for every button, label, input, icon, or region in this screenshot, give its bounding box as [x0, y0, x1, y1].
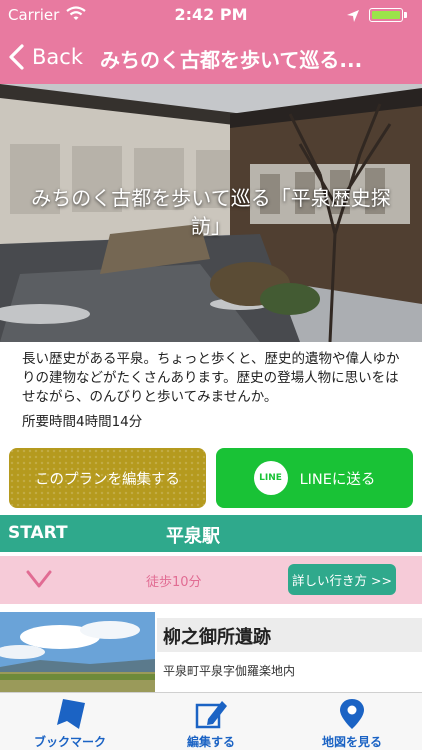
send-line-label: LINEに送る [299, 471, 376, 488]
plan-description: 長い歴史がある平泉。ちょっと歩くと、歴史的遺物や偉人ゆかりの建物などがたくさんあ… [22, 351, 400, 405]
edit-plan-button[interactable]: このプランを編集する [9, 448, 206, 508]
start-row: START 平泉駅 [0, 515, 422, 552]
tab-edit-label: 編集する [186, 735, 235, 749]
hero-image: みちのく古都を歩いて巡る「平泉歴史探訪」 [0, 84, 422, 342]
spot-address: 平泉町平泉字伽羅楽地内 [163, 664, 296, 678]
edit-plan-label: このプランを編集する [35, 471, 180, 488]
tab-bookmark-label: ブックマーク [33, 735, 106, 749]
start-station: 平泉駅 [166, 526, 220, 547]
tab-map[interactable]: 地図を見る [282, 695, 422, 749]
spot-name-bar: 柳之御所遺跡 [157, 618, 422, 652]
route-details-button[interactable]: 詳しい行き方 >> [288, 564, 396, 595]
spot-thumbnail [0, 612, 155, 692]
back-label: Back [32, 45, 83, 69]
map-pin-icon [340, 699, 364, 729]
navigation-bar: Back みちのく古都を歩いて巡る... [0, 30, 422, 84]
battery-tip [404, 12, 407, 18]
tab-map-label: 地図を見る [321, 735, 382, 749]
chevron-left-icon [9, 44, 24, 70]
tab-bookmark[interactable]: ブックマーク [0, 695, 140, 749]
status-bar: Carrier 2:42 PM [0, 0, 422, 30]
spot-name: 柳之御所遺跡 [163, 627, 271, 648]
tab-edit[interactable]: 編集する [141, 695, 281, 749]
page-title: みちのく古都を歩いて巡る... [100, 48, 363, 72]
battery-icon [369, 8, 403, 22]
edit-icon [195, 701, 227, 729]
plan-duration: 所要時間4時間14分 [22, 414, 143, 430]
bookmark-icon [57, 699, 85, 729]
spot-card[interactable]: 柳之御所遺跡 平泉町平泉字伽羅楽地内 [0, 612, 422, 692]
send-line-button[interactable]: LINE LINEに送る [216, 448, 413, 508]
chevron-down-icon [26, 570, 52, 588]
route-details-label: 詳しい行き方 >> [292, 573, 392, 588]
start-label: START [8, 523, 68, 543]
location-arrow-icon [346, 8, 360, 27]
walk-time: 徒歩10分 [146, 575, 202, 590]
walk-segment: 徒歩10分 詳しい行き方 >> [0, 556, 422, 604]
line-logo-icon: LINE [253, 461, 288, 495]
tab-bar: ブックマーク 編集する 地図を見る [0, 692, 422, 750]
hero-title: みちのく古都を歩いて巡る「平泉歴史探訪」 [31, 186, 391, 238]
back-button[interactable]: Back [8, 40, 83, 74]
